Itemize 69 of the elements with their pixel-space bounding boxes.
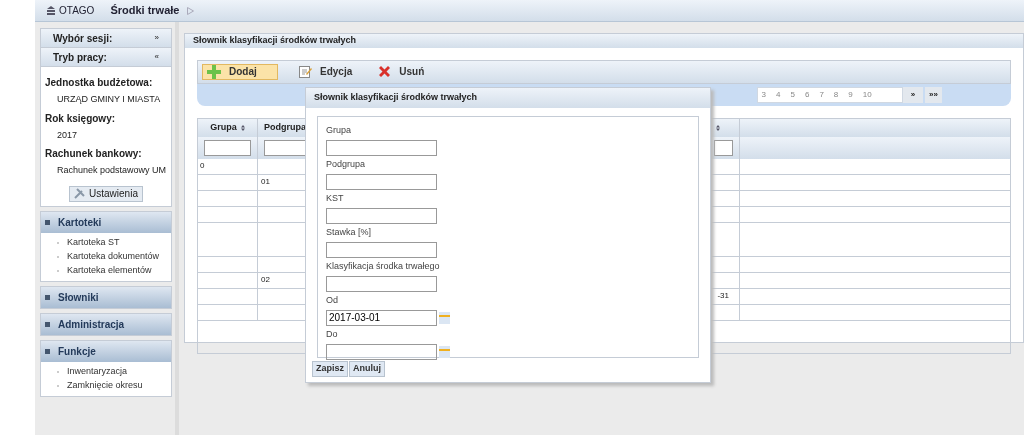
menu-item[interactable]: Inwentaryzacja	[67, 364, 128, 379]
filter-field[interactable]	[714, 139, 733, 156]
date-field[interactable]: 2017-03-01	[326, 309, 437, 326]
grip-icon	[45, 321, 50, 327]
info-label: Rachunek bankowy:	[45, 147, 143, 161]
grip-icon	[45, 219, 50, 225]
section-header[interactable]: Słowniki	[41, 286, 171, 308]
stack-icon	[47, 5, 55, 16]
notepad-icon	[299, 65, 312, 78]
section-header[interactable]: Kartoteki	[41, 211, 171, 233]
tools-icon	[74, 188, 86, 199]
input-field[interactable]	[326, 139, 437, 156]
toolbar-button[interactable]: Usuń	[373, 63, 430, 80]
dialog-button[interactable]: Anuluj	[349, 361, 385, 377]
info-value: 2017	[56, 128, 79, 142]
toolbar-button[interactable]: Dodaj	[202, 63, 278, 80]
info-label: Jednostka budżetowa:	[45, 76, 154, 90]
play-icon	[187, 6, 195, 15]
section-header[interactable]: Funkcje	[41, 340, 171, 362]
info-value: URZĄD GMINY I MIASTA	[56, 93, 162, 106]
menu-item[interactable]: Kartoteka dokumentów	[67, 249, 160, 264]
column-header[interactable]: Grupa	[198, 118, 258, 137]
field-label: Klasyfikacja środka trwałego	[326, 260, 440, 273]
plus-icon	[207, 64, 221, 79]
dialog-button[interactable]: Zapisz	[312, 361, 348, 377]
breadcrumb[interactable]: Środki trwałe	[110, 2, 180, 19]
table-cell: 0	[198, 158, 258, 175]
sort-icon	[240, 124, 245, 131]
last-page-button[interactable]: »»	[925, 86, 942, 103]
grip-icon	[45, 348, 50, 354]
sort-icon	[716, 124, 720, 131]
section-header[interactable]: Administracja	[41, 313, 171, 335]
calendar-icon[interactable]	[439, 311, 450, 324]
field-label: KST	[326, 192, 344, 205]
page-link[interactable]: 4	[776, 88, 781, 101]
page-link[interactable]: 7	[819, 88, 824, 101]
dialog-title: Słownik klasyfikacji środków trwałych	[306, 88, 710, 108]
sidebar-header[interactable]: Tryb pracy: «	[41, 48, 171, 67]
info-value: Rachunek podstawowy UM	[56, 164, 167, 177]
field-label: Od	[326, 294, 338, 307]
next-page-button[interactable]: »	[902, 86, 924, 103]
field-label: Podgrupa	[326, 158, 366, 171]
calendar-icon[interactable]	[439, 345, 450, 358]
sidebar-header[interactable]: Wybór sesji: »	[41, 29, 171, 48]
page-link[interactable]: 3	[761, 88, 766, 101]
app-logo[interactable]: OTAGO	[59, 3, 95, 18]
panel-title: Słownik klasyfikacji środków trwałych	[185, 34, 1023, 48]
menu-item[interactable]: Kartoteka elementów	[67, 263, 152, 278]
page-link[interactable]: 5	[790, 88, 795, 101]
input-field[interactable]	[326, 207, 437, 224]
menu-item[interactable]: Zamknięcie okresu	[67, 378, 143, 393]
settings-button[interactable]: Ustawienia	[69, 185, 143, 202]
field-label: Do	[326, 328, 338, 341]
field-label: Stawka [%]	[326, 226, 372, 239]
grip-icon	[45, 294, 50, 300]
date-field[interactable]	[326, 343, 437, 360]
page-link[interactable]: 10	[862, 88, 872, 101]
page-link[interactable]: 9	[848, 88, 853, 101]
filter-field[interactable]	[204, 139, 251, 156]
page-link[interactable]: 8	[833, 88, 839, 101]
page-link[interactable]: 6	[804, 88, 810, 101]
input-field[interactable]	[326, 275, 437, 292]
field-label: Grupa	[326, 124, 351, 137]
input-field[interactable]	[326, 173, 437, 190]
info-label: Rok księgowy:	[45, 111, 117, 126]
input-field[interactable]	[326, 241, 437, 258]
menu-item[interactable]: Kartoteka ST	[67, 235, 120, 250]
delete-icon	[378, 65, 392, 78]
toolbar-button[interactable]: Edycja	[294, 63, 358, 80]
